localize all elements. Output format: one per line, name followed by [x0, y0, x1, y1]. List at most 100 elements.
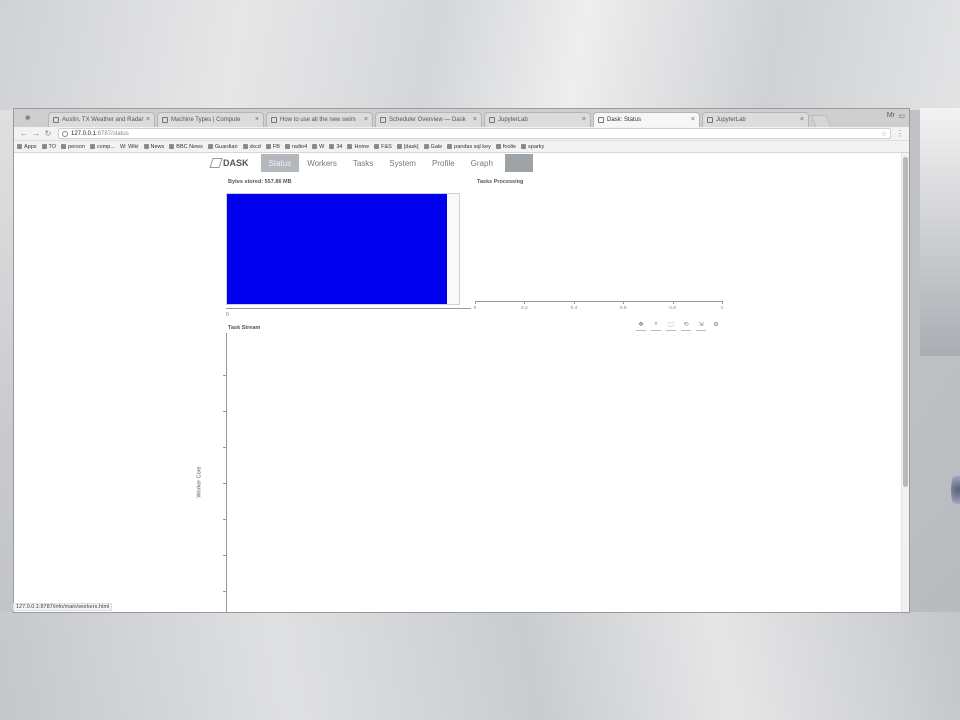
bookmark-label: TO: [48, 143, 57, 150]
close-icon[interactable]: ×: [691, 116, 695, 123]
folder-icon: [61, 144, 67, 149]
bookmark-item[interactable]: [dask]: [396, 144, 419, 150]
dask-logo[interactable]: DASK: [209, 158, 249, 168]
bookmark-label: radio4: [291, 143, 308, 150]
processing-x-tick: [672, 301, 674, 304]
processing-x-tick-label: 1: [720, 306, 724, 311]
hover-tool-icon[interactable]: ⚙: [711, 321, 721, 333]
bookmark-item[interactable]: BBC News: [169, 144, 203, 150]
task-stream-y-tick: [223, 411, 226, 412]
box-zoom-tool-icon[interactable]: ⬚: [666, 321, 676, 333]
bookmark-item[interactable]: W: Wiki: [120, 144, 139, 150]
close-icon[interactable]: ×: [146, 116, 150, 123]
bookmark-item[interactable]: person: [61, 144, 85, 150]
dask-logo-text: DASK: [223, 158, 249, 168]
tab-title: Scheduler Overview — Dask: [389, 117, 466, 123]
bookmark-icon: [242, 144, 248, 149]
reset-tool-icon[interactable]: ⟲: [681, 321, 691, 333]
bytes-x-axis: [226, 308, 471, 309]
bookmark-label: W: Wiki: [119, 143, 139, 150]
favicon-icon: [53, 117, 59, 123]
dask-navbar: DASK Status Workers Tasks System Profile…: [209, 153, 533, 173]
bytes-stored-plot[interactable]: [226, 193, 460, 305]
bookmark-item[interactable]: Home: [347, 144, 369, 150]
bookmarks-bar: Apps TO person comp... W: Wiki News BBC …: [14, 141, 909, 153]
bookmark-item[interactable]: FB: [265, 144, 280, 150]
bookmark-star-icon[interactable]: ☆: [881, 130, 887, 138]
bookmark-icon: [284, 144, 290, 149]
bookmark-item[interactable]: Apps: [17, 144, 37, 150]
processing-x-tick-label: 0: [473, 306, 477, 311]
nav-profile[interactable]: Profile: [424, 154, 463, 172]
close-icon[interactable]: ×: [364, 116, 368, 123]
tab-jupyterlab-2[interactable]: JupyterLab ×: [702, 112, 809, 127]
info-icon[interactable]: [62, 130, 68, 137]
profile-button[interactable]: Mr: [887, 112, 895, 119]
forward-icon[interactable]: →: [30, 129, 42, 138]
tab-scheduler-overview[interactable]: Scheduler Overview — Dask ×: [375, 112, 482, 127]
window-minimize-icon[interactable]: ▭: [898, 112, 905, 120]
tab-title: Austin, TX Weather and Radar: [62, 117, 144, 123]
tab-weather[interactable]: Austin, TX Weather and Radar ×: [48, 112, 155, 127]
bookmark-label: person: [68, 143, 85, 150]
bookmark-label: W: [319, 143, 325, 150]
processing-x-tick: [524, 301, 526, 304]
nav-graph[interactable]: Graph: [463, 154, 501, 172]
folder-icon: [423, 144, 429, 149]
address-bar[interactable]: 127.0.0.1 :8787/status ☆: [58, 128, 891, 139]
bytes-stored-bar: [227, 194, 448, 304]
reload-icon[interactable]: ↻: [42, 129, 54, 138]
bookmark-icon: [207, 144, 213, 149]
bookmark-item[interactable]: TO: [41, 143, 57, 150]
desktop-wallpaper-side: [920, 108, 960, 356]
bookmark-item[interactable]: News: [143, 144, 164, 150]
tab-title: How to use all the new swim: [280, 117, 356, 123]
bookmark-item[interactable]: pandas sql key: [447, 144, 491, 150]
tab-bar: ✷ Austin, TX Weather and Radar × Machine…: [14, 109, 909, 127]
bookmark-item[interactable]: 34: [329, 144, 342, 150]
new-tab-button[interactable]: [810, 115, 832, 127]
page-scrollbar[interactable]: [901, 153, 909, 612]
bookmark-item[interactable]: W: [312, 144, 324, 150]
processing-x-tick: [623, 301, 625, 304]
plot-toolbar: ✥ ⌕ ⬚ ⟲ ⇲ ⚙: [636, 321, 721, 333]
desktop-wallpaper-top: [0, 0, 960, 110]
pan-tool-icon[interactable]: ✥: [636, 321, 646, 333]
folder-icon: [396, 144, 402, 149]
bookmark-label: Apps: [24, 143, 37, 150]
bookmark-item[interactable]: F&S: [374, 144, 392, 150]
bookmark-item[interactable]: Guardian: [207, 144, 238, 150]
tab-machine-types[interactable]: Machine Types | Compute ×: [157, 112, 264, 127]
nav-workers[interactable]: Workers: [299, 154, 345, 172]
bookmark-item[interactable]: foolie: [495, 143, 517, 150]
tab-how-to[interactable]: How to use all the new swim ×: [266, 112, 373, 127]
favicon-icon: [162, 117, 168, 123]
wheel-zoom-tool-icon[interactable]: ⌕: [651, 321, 661, 333]
bookmark-icon: [17, 144, 22, 149]
close-icon[interactable]: ×: [255, 116, 259, 123]
nav-status[interactable]: Status: [260, 154, 300, 172]
bookmark-label: foolie: [502, 143, 517, 150]
bookmark-icon: [495, 144, 501, 149]
back-icon[interactable]: ←: [18, 129, 30, 138]
bookmark-item[interactable]: sparky: [521, 144, 544, 150]
close-icon[interactable]: ×: [800, 116, 804, 123]
window-controls-icon[interactable]: ✷: [24, 113, 32, 124]
menu-icon[interactable]: ⋮: [895, 129, 905, 138]
bookmark-item[interactable]: Gale: [423, 144, 442, 150]
nav-more-button[interactable]: [504, 154, 533, 172]
task-stream-y-tick: [223, 555, 226, 556]
nav-system[interactable]: System: [381, 154, 424, 172]
save-tool-icon[interactable]: ⇲: [696, 321, 706, 333]
close-icon[interactable]: ×: [473, 116, 477, 123]
bookmark-item[interactable]: xkcd: [242, 144, 261, 150]
bookmark-item[interactable]: radio4: [284, 143, 308, 150]
tab-dask-status[interactable]: Dask: Status ×: [593, 112, 700, 127]
bookmark-item[interactable]: comp...: [89, 144, 115, 150]
tab-jupyterlab[interactable]: JupyterLab ×: [484, 112, 591, 127]
processing-x-tick-label: 0.2: [521, 306, 528, 311]
close-icon[interactable]: ×: [582, 116, 586, 123]
scrollbar-thumb[interactable]: [903, 157, 908, 487]
nav-tasks[interactable]: Tasks: [345, 154, 381, 172]
tab-title: Machine Types | Compute: [171, 117, 241, 123]
